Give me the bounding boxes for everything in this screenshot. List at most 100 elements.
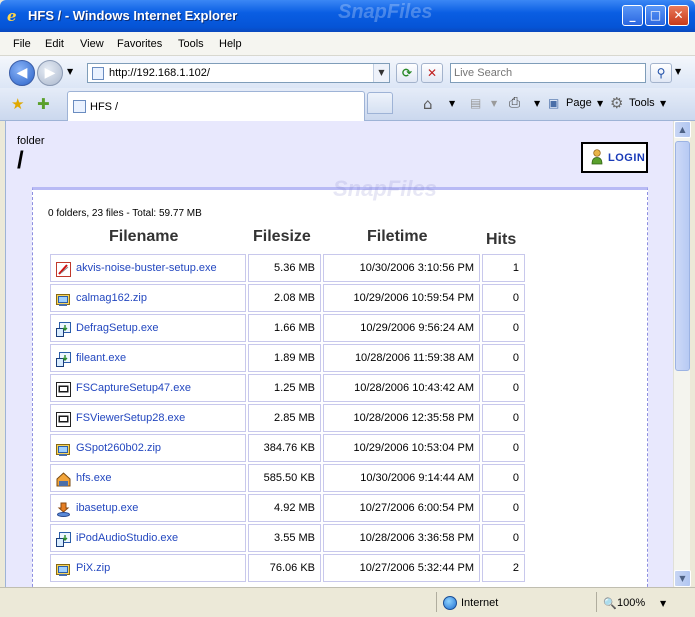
menu-edit[interactable]: Edit bbox=[45, 38, 64, 50]
file-name-link[interactable]: PiX.zip bbox=[76, 562, 110, 574]
file-name-link[interactable]: GSpot260b02.zip bbox=[76, 442, 161, 454]
forward-button[interactable]: ▶ bbox=[37, 60, 63, 86]
stop-button[interactable]: ✕ bbox=[421, 63, 443, 83]
menu-tools[interactable]: Tools bbox=[178, 38, 204, 50]
hfs-icon bbox=[56, 471, 71, 487]
file-name-link[interactable]: FSViewerSetup28.exe bbox=[76, 412, 185, 424]
search-box[interactable] bbox=[450, 63, 646, 83]
header-filetime[interactable]: Filetime bbox=[367, 228, 427, 246]
file-time-cell: 10/30/2006 9:14:44 AM bbox=[323, 464, 480, 492]
gear-icon[interactable]: ⚙ bbox=[610, 94, 623, 112]
page-dropdown-icon[interactable]: ▼ bbox=[597, 99, 603, 108]
tab-hfs[interactable]: HFS / bbox=[67, 91, 365, 121]
header-filename[interactable]: Filename bbox=[109, 228, 178, 246]
file-name-cell[interactable]: ibasetup.exe bbox=[50, 494, 246, 522]
file-name-cell[interactable]: akvis-noise-buster-setup.exe bbox=[50, 254, 246, 282]
back-button[interactable]: ◀ bbox=[9, 60, 35, 86]
file-time-cell: 10/28/2006 11:59:38 AM bbox=[323, 344, 480, 372]
file-size-cell: 585.50 KB bbox=[248, 464, 321, 492]
file-hits-cell: 0 bbox=[482, 314, 525, 342]
file-name-link[interactable]: akvis-noise-buster-setup.exe bbox=[76, 262, 217, 274]
search-options-icon[interactable]: ▼ bbox=[675, 67, 681, 76]
page-menu[interactable]: Page bbox=[566, 97, 592, 109]
maximize-button[interactable]: □ bbox=[645, 5, 666, 26]
address-bar[interactable]: http://192.168.1.102/ ▼ bbox=[87, 63, 390, 83]
vertical-scrollbar[interactable]: ▲ ▼ bbox=[673, 121, 691, 587]
search-input[interactable] bbox=[451, 64, 641, 82]
file-name-link[interactable]: calmag162.zip bbox=[76, 292, 147, 304]
akvis-icon bbox=[56, 261, 71, 277]
file-size-cell: 384.76 KB bbox=[248, 434, 321, 462]
security-zone[interactable]: Internet bbox=[461, 597, 498, 609]
file-name-link[interactable]: ibasetup.exe bbox=[76, 502, 138, 514]
menu-help[interactable]: Help bbox=[219, 38, 242, 50]
new-tab-button[interactable] bbox=[367, 92, 393, 114]
file-name-link[interactable]: fileant.exe bbox=[76, 352, 126, 364]
file-size-cell: 1.89 MB bbox=[248, 344, 321, 372]
file-name-link[interactable]: hfs.exe bbox=[76, 472, 111, 484]
file-hits-cell: 2 bbox=[482, 554, 525, 582]
file-name-cell[interactable]: hfs.exe bbox=[50, 464, 246, 492]
menu-favorites[interactable]: Favorites bbox=[117, 38, 162, 50]
file-hits-cell: 0 bbox=[482, 344, 525, 372]
zoom-dropdown-icon[interactable]: ▼ bbox=[660, 599, 666, 608]
scroll-thumb[interactable] bbox=[675, 141, 690, 371]
file-hits-cell: 0 bbox=[482, 524, 525, 552]
installer-icon bbox=[56, 351, 71, 367]
file-name-cell[interactable]: FSViewerSetup28.exe bbox=[50, 404, 246, 432]
tools-menu[interactable]: Tools bbox=[629, 97, 655, 109]
scroll-up-arrow[interactable]: ▲ bbox=[674, 121, 691, 138]
file-name-cell[interactable]: GSpot260b02.zip bbox=[50, 434, 246, 462]
refresh-button[interactable]: ⟳ bbox=[396, 63, 418, 83]
watermark: SnapFiles bbox=[338, 1, 433, 23]
scroll-down-arrow[interactable]: ▼ bbox=[674, 570, 691, 587]
page-menu-icon[interactable]: ▣ bbox=[548, 96, 559, 110]
print-icon[interactable]: ⎙ bbox=[509, 95, 520, 111]
user-icon bbox=[591, 149, 603, 165]
history-dropdown-icon[interactable]: ▼ bbox=[67, 67, 73, 76]
print-dropdown-icon[interactable]: ▼ bbox=[534, 99, 540, 108]
favorites-star-icon[interactable]: ★ bbox=[11, 95, 24, 113]
file-hits-cell: 0 bbox=[482, 494, 525, 522]
menu-file[interactable]: File bbox=[13, 38, 31, 50]
feeds-dropdown-icon[interactable]: ▼ bbox=[491, 99, 497, 108]
menu-view[interactable]: View bbox=[80, 38, 104, 50]
login-button[interactable]: LOGIN bbox=[581, 142, 648, 173]
file-name-cell[interactable]: FSCaptureSetup47.exe bbox=[50, 374, 246, 402]
tools-dropdown-icon[interactable]: ▼ bbox=[660, 99, 666, 108]
file-name-link[interactable]: iPodAudioStudio.exe bbox=[76, 532, 178, 544]
file-name-cell[interactable]: DefragSetup.exe bbox=[50, 314, 246, 342]
file-size-cell: 1.66 MB bbox=[248, 314, 321, 342]
file-time-cell: 10/29/2006 10:53:04 PM bbox=[323, 434, 480, 462]
close-button[interactable]: ✕ bbox=[668, 5, 689, 26]
file-name-link[interactable]: DefragSetup.exe bbox=[76, 322, 159, 334]
zip-icon bbox=[56, 291, 71, 306]
setup-icon bbox=[56, 501, 71, 517]
status-separator bbox=[596, 592, 597, 612]
file-name-cell[interactable]: calmag162.zip bbox=[50, 284, 246, 312]
app-icon bbox=[56, 411, 71, 427]
internet-zone-icon bbox=[443, 596, 457, 610]
file-size-cell: 4.92 MB bbox=[248, 494, 321, 522]
home-icon[interactable]: ⌂ bbox=[423, 95, 433, 113]
tab-bar: ★ ✚ HFS / ⌂ ▼ ▤ ▼ ⎙ ▼ ▣ Page ▼ ⚙ Tools ▼ bbox=[0, 88, 695, 121]
address-dropdown-icon[interactable]: ▼ bbox=[373, 64, 389, 82]
header-filesize[interactable]: Filesize bbox=[253, 228, 311, 246]
add-favorites-icon[interactable]: ✚ bbox=[37, 95, 50, 113]
file-name-cell[interactable]: PiX.zip bbox=[50, 554, 246, 582]
app-icon bbox=[56, 381, 71, 397]
internet-explorer-icon: e bbox=[7, 7, 17, 25]
zoom-level[interactable]: 100% bbox=[617, 597, 645, 609]
file-name-cell[interactable]: iPodAudioStudio.exe bbox=[50, 524, 246, 552]
zoom-icon[interactable]: 🔍 bbox=[603, 597, 617, 610]
file-size-cell: 1.25 MB bbox=[248, 374, 321, 402]
home-dropdown-icon[interactable]: ▼ bbox=[449, 99, 455, 108]
address-url[interactable]: http://192.168.1.102/ bbox=[109, 67, 210, 79]
header-hits[interactable]: Hits bbox=[486, 231, 516, 249]
file-name-cell[interactable]: fileant.exe bbox=[50, 344, 246, 372]
feeds-icon[interactable]: ▤ bbox=[470, 96, 481, 110]
file-time-cell: 10/27/2006 6:00:54 PM bbox=[323, 494, 480, 522]
file-name-link[interactable]: FSCaptureSetup47.exe bbox=[76, 382, 191, 394]
search-button[interactable]: ⚲ bbox=[650, 63, 672, 83]
minimize-button[interactable]: _ bbox=[622, 5, 643, 26]
